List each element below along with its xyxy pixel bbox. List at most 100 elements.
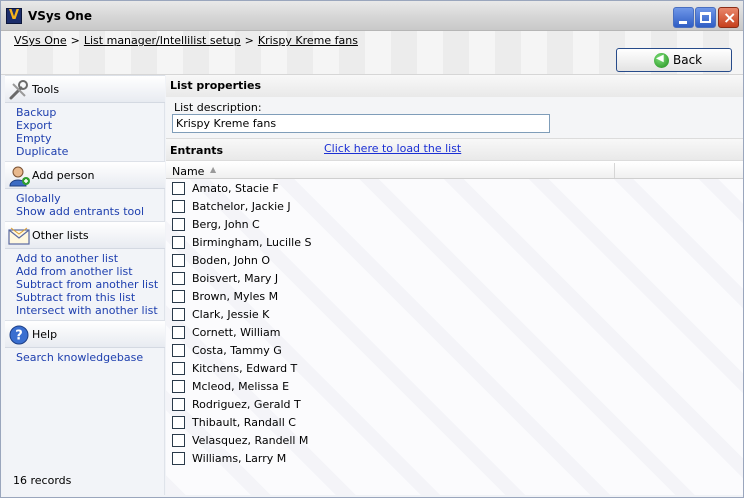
list-description-input[interactable] bbox=[172, 114, 550, 133]
breadcrumb-list-manager-link[interactable]: List manager/Intellilist setup bbox=[84, 34, 241, 47]
app-window: V VSys One × VSys One > List manager/Intel… bbox=[0, 0, 744, 498]
tools-section-label: Tools bbox=[32, 83, 60, 96]
entrant-checkbox[interactable] bbox=[172, 434, 185, 447]
column-divider[interactable] bbox=[614, 163, 615, 178]
entrant-row[interactable]: Birmingham, Lucille S bbox=[166, 234, 743, 252]
entrant-checkbox[interactable] bbox=[172, 200, 185, 213]
entrants-list: Amato, Stacie F Batchelor, Jackie J Berg… bbox=[166, 180, 743, 468]
tools-links: Backup Export Empty Duplicate bbox=[16, 106, 68, 158]
back-button-label: Back bbox=[673, 53, 703, 67]
help-section-label: Help bbox=[32, 328, 58, 341]
entrant-name: Clark, Jessie K bbox=[192, 308, 270, 321]
search-knowledgebase-link[interactable]: Search knowledgebase bbox=[16, 351, 143, 364]
add-person-links: Globally Show add entrants tool bbox=[16, 192, 144, 218]
empty-link[interactable]: Empty bbox=[16, 132, 68, 145]
entrant-row[interactable]: Kitchens, Edward T bbox=[166, 360, 743, 378]
entrant-name: Birmingham, Lucille S bbox=[192, 236, 312, 249]
help-links: Search knowledgebase bbox=[16, 351, 143, 364]
show-add-entrants-tool-link[interactable]: Show add entrants tool bbox=[16, 205, 144, 218]
entrant-row[interactable]: Amato, Stacie F bbox=[166, 180, 743, 198]
entrant-row[interactable]: Boden, John O bbox=[166, 252, 743, 270]
entrant-row[interactable]: Brown, Myles M bbox=[166, 288, 743, 306]
title-bar[interactable]: V VSys One × bbox=[1, 1, 743, 31]
entrant-checkbox[interactable] bbox=[172, 308, 185, 321]
entrant-row[interactable]: Williams, Larry M bbox=[166, 450, 743, 468]
entrant-checkbox[interactable] bbox=[172, 452, 185, 465]
entrant-checkbox[interactable] bbox=[172, 182, 185, 195]
entrant-name: Boden, John O bbox=[192, 254, 271, 267]
maximize-icon bbox=[700, 12, 711, 23]
duplicate-link[interactable]: Duplicate bbox=[16, 145, 68, 158]
add-from-another-list-link[interactable]: Add from another list bbox=[16, 265, 158, 278]
export-link[interactable]: Export bbox=[16, 119, 68, 132]
other-lists-section-label: Other lists bbox=[32, 229, 89, 242]
close-icon: × bbox=[723, 8, 737, 27]
breadcrumb: VSys One > List manager/Intellilist setup >… bbox=[14, 34, 358, 47]
tools-icon bbox=[9, 80, 28, 100]
entrant-row[interactable]: Boisvert, Mary J bbox=[166, 270, 743, 288]
window-title: VSys One bbox=[28, 9, 92, 23]
subtract-from-this-list-link[interactable]: Subtract from this list bbox=[16, 291, 158, 304]
help-section-header: ? Help bbox=[5, 320, 165, 348]
entrant-checkbox[interactable] bbox=[172, 380, 185, 393]
entrant-row[interactable]: Thibault, Randall C bbox=[166, 414, 743, 432]
intersect-with-another-list-link[interactable]: Intersect with another list bbox=[16, 304, 158, 317]
breadcrumb-current-list-link[interactable]: Krispy Kreme fans bbox=[258, 34, 358, 47]
back-button[interactable]: Back bbox=[616, 48, 732, 72]
envelope-icon bbox=[8, 227, 30, 245]
entrant-name: Mcleod, Melissa E bbox=[192, 380, 290, 393]
entrant-checkbox[interactable] bbox=[172, 362, 185, 375]
breadcrumb-separator: > bbox=[244, 34, 254, 47]
entrant-checkbox[interactable] bbox=[172, 290, 185, 303]
svg-text:?: ? bbox=[15, 329, 23, 344]
entrant-name: Amato, Stacie F bbox=[192, 182, 279, 195]
list-properties-title: List properties bbox=[170, 79, 262, 92]
breadcrumb-home-link[interactable]: VSys One bbox=[14, 34, 67, 47]
entrant-name: Batchelor, Jackie J bbox=[192, 200, 291, 213]
entrant-checkbox[interactable] bbox=[172, 254, 185, 267]
entrant-name: Brown, Myles M bbox=[192, 290, 279, 303]
other-lists-links: Add to another list Add from another lis… bbox=[16, 252, 158, 317]
entrant-row[interactable]: Batchelor, Jackie J bbox=[166, 198, 743, 216]
entrant-row[interactable]: Mcleod, Melissa E bbox=[166, 378, 743, 396]
minimize-icon bbox=[679, 21, 687, 24]
entrant-name: Berg, John C bbox=[192, 218, 260, 231]
minimize-button[interactable] bbox=[673, 7, 694, 28]
tools-section-header: Tools bbox=[5, 75, 165, 103]
list-properties-body: List description: bbox=[166, 97, 743, 139]
sort-ascending-icon: ▲ bbox=[210, 165, 217, 174]
entrant-row[interactable]: Cornett, William bbox=[166, 324, 743, 342]
entrants-grid: Name ▲ Amato, Stacie F Batchelor, Jackie… bbox=[166, 162, 743, 495]
subtract-from-another-list-link[interactable]: Subtract from another list bbox=[16, 278, 158, 291]
entrant-checkbox[interactable] bbox=[172, 272, 185, 285]
other-lists-section-header: Other lists bbox=[5, 221, 165, 249]
entrant-row[interactable]: Costa, Tammy G bbox=[166, 342, 743, 360]
entrant-row[interactable]: Rodriguez, Gerald T bbox=[166, 396, 743, 414]
entrant-name: Williams, Larry M bbox=[192, 452, 287, 465]
name-column-header[interactable]: Name ▲ bbox=[166, 162, 743, 179]
sidebar: Tools Backup Export Empty Duplicate Add … bbox=[5, 75, 165, 495]
entrant-name: Cornett, William bbox=[192, 326, 281, 339]
entrant-checkbox[interactable] bbox=[172, 218, 185, 231]
close-button[interactable]: × bbox=[718, 7, 739, 28]
entrant-checkbox[interactable] bbox=[172, 344, 185, 357]
backup-link[interactable]: Backup bbox=[16, 106, 68, 119]
entrant-checkbox[interactable] bbox=[172, 326, 185, 339]
back-arrow-icon bbox=[654, 53, 669, 68]
load-list-link[interactable]: Click here to load the list bbox=[324, 142, 461, 155]
entrant-row[interactable]: Velasquez, Randell M bbox=[166, 432, 743, 450]
entrant-row[interactable]: Berg, John C bbox=[166, 216, 743, 234]
entrant-name: Thibault, Randall C bbox=[192, 416, 296, 429]
maximize-button[interactable] bbox=[695, 7, 716, 28]
entrant-checkbox[interactable] bbox=[172, 236, 185, 249]
app-logo-icon: V bbox=[6, 8, 22, 24]
entrant-checkbox[interactable] bbox=[172, 398, 185, 411]
entrant-checkbox[interactable] bbox=[172, 416, 185, 429]
add-person-icon bbox=[9, 166, 30, 187]
entrant-name: Costa, Tammy G bbox=[192, 344, 282, 357]
list-properties-header: List properties bbox=[166, 75, 743, 97]
name-column-label: Name bbox=[172, 165, 205, 178]
globally-link[interactable]: Globally bbox=[16, 192, 144, 205]
add-to-another-list-link[interactable]: Add to another list bbox=[16, 252, 158, 265]
entrant-row[interactable]: Clark, Jessie K bbox=[166, 306, 743, 324]
